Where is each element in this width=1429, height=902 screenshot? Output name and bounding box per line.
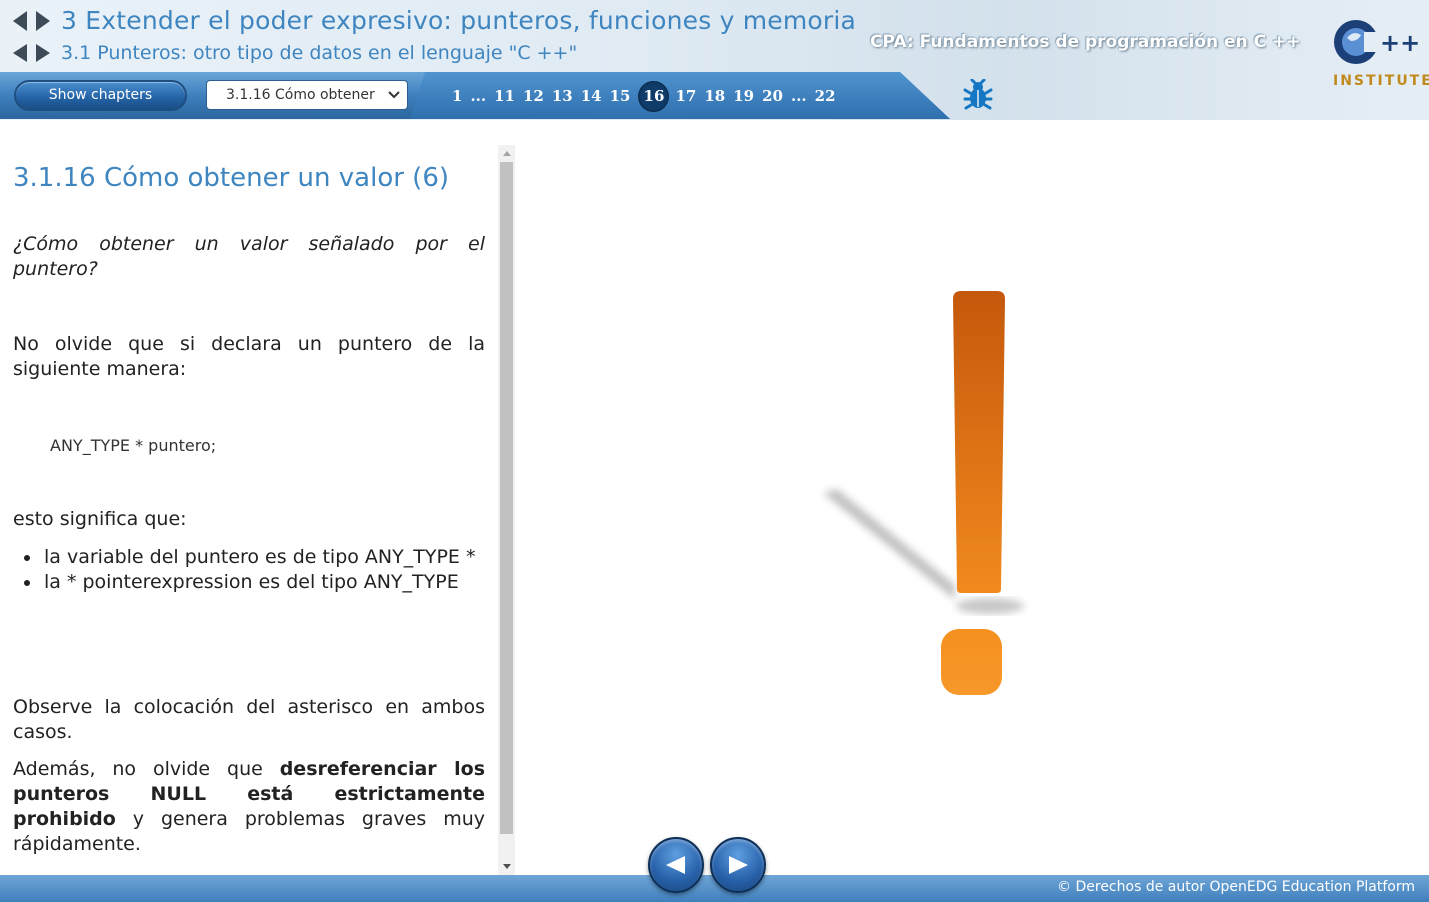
page-number-link[interactable]: 11 — [494, 81, 515, 111]
bug-icon[interactable] — [962, 79, 994, 111]
list-item: la * pointerexpression es del tipo ANY_T… — [22, 570, 485, 595]
section-title: 3.1 Punteros: otro tipo de datos en el l… — [61, 42, 578, 64]
next-section-icon[interactable] — [33, 42, 53, 64]
scroll-down-arrow[interactable] — [498, 858, 515, 875]
page-select-dropdown[interactable]: 3.1.16 Cómo obtener — [206, 80, 408, 110]
list-item: la variable del puntero es de tipo ANY_T… — [22, 545, 485, 570]
page-number-link[interactable]: 13 — [552, 81, 573, 111]
chapter-title-row: 3 Extender el poder expresivo: punteros,… — [10, 6, 856, 35]
warning-prefix: Además, no olvide que — [13, 758, 280, 780]
list-item-text: la variable del puntero es de tipo ANY_T… — [44, 546, 476, 568]
chapter-nav-arrows — [10, 9, 53, 33]
page-number-current[interactable]: 16 — [638, 80, 670, 112]
page-number-link[interactable]: 17 — [675, 81, 696, 111]
page-number-link[interactable]: 12 — [523, 81, 544, 111]
logo-plus-text: ++ — [1380, 29, 1420, 57]
page-select-value: 3.1.16 Cómo obtener — [226, 87, 375, 103]
page-ellipsis: ... — [470, 87, 487, 105]
scroll-thumb[interactable] — [500, 162, 513, 834]
text-scrollbar[interactable] — [498, 145, 515, 875]
exclamation-mark-icon — [823, 291, 1024, 695]
chapter-title: 3 Extender el poder expresivo: punteros,… — [61, 6, 857, 35]
question-paragraph: ¿Cómo obtener un valor señalado por el p… — [13, 233, 485, 280]
page-number-list: 1... 11 12 13 14 15 16 17 18 19 20... 22 — [452, 80, 844, 112]
page-number-link[interactable]: 15 — [610, 81, 631, 111]
section-title-row: 3.1 Punteros: otro tipo de datos en el l… — [10, 42, 577, 64]
page-number-link[interactable]: 22 — [815, 81, 836, 111]
copyright-text: © Derechos de autor OpenEDG Education Pl… — [1057, 879, 1415, 895]
meaning-list: la variable del puntero es de tipo ANY_T… — [22, 545, 485, 595]
lesson-text-panel: 3.1.16 Cómo obtener un valor (6) ¿Cómo o… — [0, 145, 497, 875]
page-number-link[interactable]: 19 — [733, 81, 754, 111]
next-page-button[interactable] — [710, 837, 766, 893]
meaning-paragraph: esto significa que: — [13, 508, 187, 530]
page-number-link[interactable]: 20 — [762, 81, 783, 111]
warning-paragraph: Además, no olvide que desreferenciar los… — [13, 757, 485, 857]
section-nav-arrows — [10, 42, 53, 64]
page-title: 3.1.16 Cómo obtener un valor (6) — [13, 163, 450, 193]
observe-paragraph: Observe la colocación del asterisco en a… — [13, 696, 485, 743]
list-item-text: la * pointerexpression es del tipo ANY_T… — [44, 571, 459, 593]
show-chapters-button[interactable]: Show chapters — [14, 80, 187, 111]
previous-chapter-icon[interactable] — [10, 9, 30, 33]
page-number-link[interactable]: 18 — [704, 81, 725, 111]
logo-institute-text: INSTITUTE — [1333, 73, 1429, 89]
chevron-down-icon — [381, 90, 407, 100]
play-right-icon — [729, 856, 748, 874]
code-snippet: ANY_TYPE * puntero; — [50, 436, 217, 455]
course-title: CPA: Fundamentos de programación en C ++ — [870, 32, 1301, 52]
next-chapter-icon[interactable] — [33, 9, 53, 33]
previous-page-button[interactable] — [648, 837, 704, 893]
play-left-icon — [666, 856, 685, 874]
intro-paragraph: No olvide que si declara un puntero de l… — [13, 333, 485, 380]
page-number-link[interactable]: 1 — [452, 81, 462, 111]
page-ellipsis: ... — [790, 87, 807, 105]
scroll-up-arrow[interactable] — [498, 145, 515, 162]
page-number-link[interactable]: 14 — [581, 81, 602, 111]
previous-section-icon[interactable] — [10, 42, 30, 64]
